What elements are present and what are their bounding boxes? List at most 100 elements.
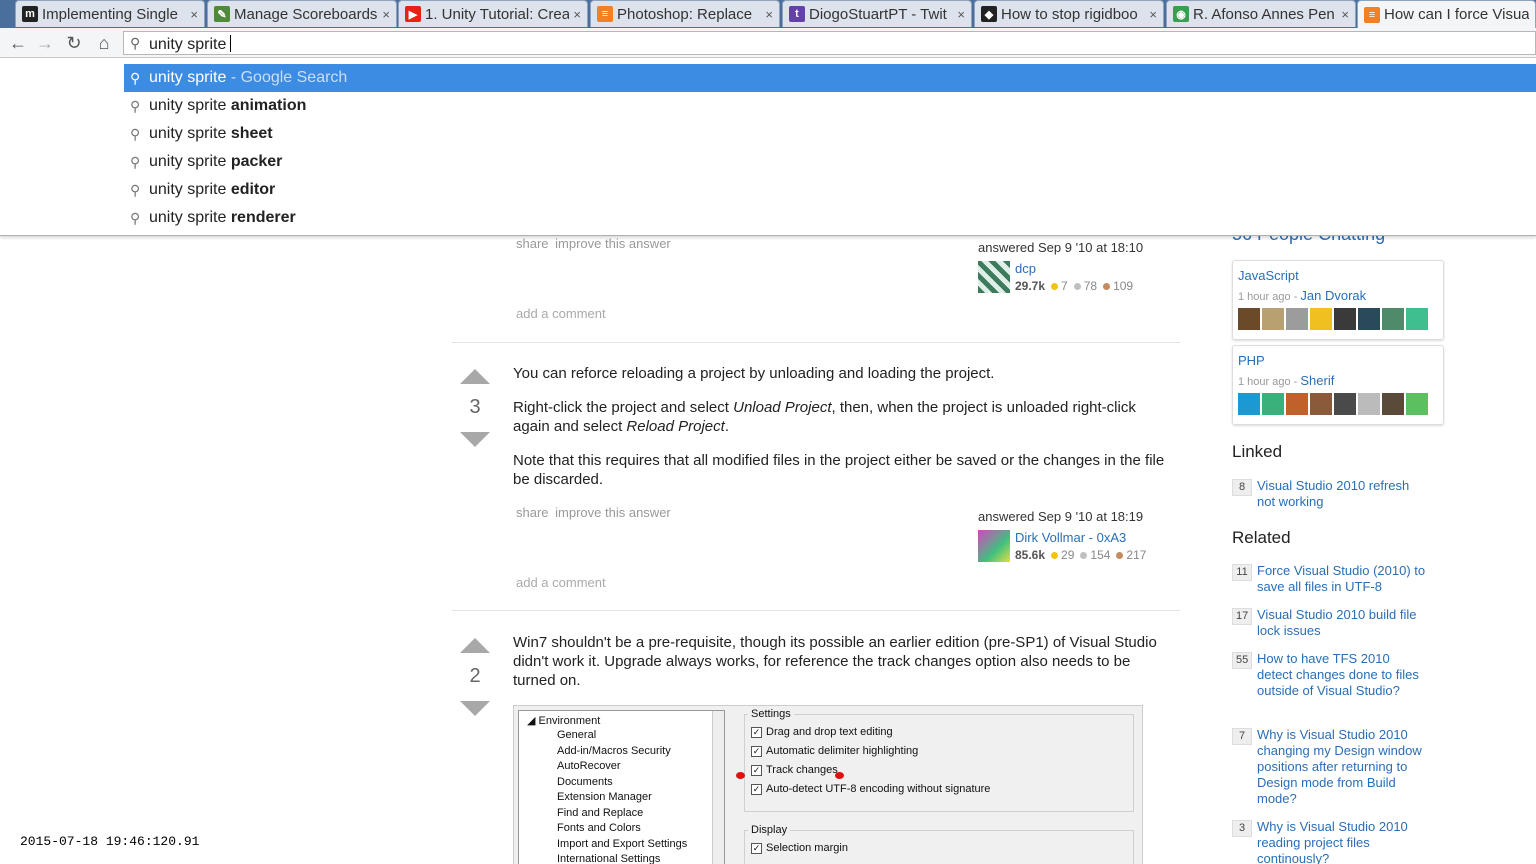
youtube-icon: ▶ [405,6,421,22]
avatar[interactable] [1238,308,1260,330]
downvote-arrow-icon[interactable] [460,701,490,716]
close-tab-icon[interactable]: × [957,7,965,22]
tab-strip: m Implementing Single × ✎ Manage Scoreboards… [0,0,1536,28]
related-question[interactable]: 55 How to have TFS 2010 detect changes do… [1232,651,1432,715]
question-link[interactable]: Force Visual Studio (2010) to save all f… [1257,563,1427,595]
related-question[interactable]: 11 Force Visual Studio (2010) to save all… [1232,563,1432,595]
forward-arrow-icon[interactable]: → [33,32,57,54]
suggestion-item[interactable]: ⚲ unity sprite - Google Search [124,64,1536,92]
avatar[interactable] [978,530,1010,562]
question-link[interactable]: How to have TFS 2010 detect changes done… [1257,651,1427,699]
checkbox-label: Drag and drop text editing [766,726,893,738]
share-link[interactable]: share [516,505,549,520]
browser-tab[interactable]: ◉ R. Afonso Annes Pen × [1166,0,1356,27]
address-bar[interactable]: ⚲ unity sprite [123,31,1536,55]
avatar[interactable] [1286,308,1308,330]
avatar[interactable] [1382,308,1404,330]
checkbox-label: Auto-detect UTF-8 encoding without signa… [766,783,991,795]
suggestion-item[interactable]: ⚲ unity sprite sheet [124,120,1536,148]
suggestion-hint: - Google Search [226,69,348,86]
suggestion-item[interactable]: ⚲ unity sprite animation [124,92,1536,120]
tab-title: Implementing Single [42,5,178,23]
avatar[interactable] [1334,393,1356,415]
close-tab-icon[interactable]: × [1149,7,1157,22]
avatar[interactable] [1358,308,1380,330]
improve-answer-link[interactable]: improve this answer [555,505,671,520]
browser-tab[interactable]: t DiogoStuartPT - Twit × [782,0,972,27]
close-tab-icon[interactable]: × [1341,7,1349,22]
avatar[interactable] [1406,308,1428,330]
avatar[interactable] [1286,393,1308,415]
user-reputation: 29.7k 7 78 109 [1015,279,1134,293]
avatar[interactable] [1238,393,1260,415]
avatar[interactable] [1262,308,1284,330]
browser-tab[interactable]: ◆ How to stop rigidboo × [974,0,1164,27]
avatar[interactable] [1358,393,1380,415]
checkbox-checked-icon: ✓ [751,783,762,795]
answer-divider [452,342,1180,343]
chat-room-card[interactable]: JavaScript 1 hour ago - Jan Dvorak [1232,260,1444,340]
avatar[interactable] [1310,308,1332,330]
home-icon[interactable]: ⌂ [92,32,116,54]
linked-question[interactable]: 8 Visual Studio 2010 refresh not working [1232,478,1432,510]
suggestion-item[interactable]: ⚲ unity sprite renderer [124,204,1536,232]
question-score: 8 [1232,479,1252,496]
suggestion-prefix: unity sprite [149,125,231,142]
browser-tab[interactable]: ≡ Photoshop: Replace × [590,0,780,27]
question-link[interactable]: Why is Visual Studio 2010 changing my De… [1257,727,1427,807]
close-tab-icon[interactable]: × [382,7,390,22]
upvote-arrow-icon[interactable] [460,638,490,653]
add-comment-link[interactable]: add a comment [516,575,606,590]
close-tab-icon[interactable]: × [190,7,198,22]
suggestion-prefix: unity sprite [149,209,231,226]
avatar[interactable] [1310,393,1332,415]
room-name[interactable]: JavaScript [1238,268,1299,283]
avatar[interactable] [1382,393,1404,415]
room-name[interactable]: PHP [1238,353,1265,368]
question-score: 11 [1232,564,1252,581]
chat-room-card[interactable]: PHP 1 hour ago - Sherif [1232,345,1444,425]
question-link[interactable]: Visual Studio 2010 build file lock issue… [1257,607,1427,639]
settings-group: Settings ✓ Drag and drop text editing ✓ Aut… [744,708,1134,812]
browser-tab[interactable]: ✎ Manage Scoreboards × [207,0,397,27]
checkbox-checked-icon: ✓ [751,764,762,776]
room-user-link: Sherif [1300,373,1335,388]
suggestion-item[interactable]: ⚲ unity sprite packer [124,148,1536,176]
related-question[interactable]: 7 Why is Visual Studio 2010 changing my D… [1232,727,1432,807]
search-icon: ⚲ [130,70,141,86]
browser-tab[interactable]: m Implementing Single × [15,0,205,27]
question-link[interactable]: Why is Visual Studio 2010 reading projec… [1257,819,1427,864]
downvote-arrow-icon[interactable] [460,432,490,447]
checkbox-option: ✓ Auto-detect UTF-8 encoding without sign… [751,783,990,795]
close-tab-icon[interactable]: × [573,7,581,22]
avatar[interactable] [1406,393,1428,415]
user-name-link[interactable]: dcp [1015,261,1036,276]
search-icon: ⚲ [130,98,141,114]
checkbox-label: Track changes [766,764,838,776]
reload-icon[interactable]: ↻ [62,32,86,54]
address-bar-text: unity sprite [149,35,232,54]
suggestion-item[interactable]: ⚲ unity sprite editor [124,176,1536,204]
related-question[interactable]: 17 Visual Studio 2010 build file lock iss… [1232,607,1432,639]
suggestion-completion: animation [230,97,307,114]
upvote-arrow-icon[interactable] [460,369,490,384]
add-comment-link[interactable]: add a comment [516,306,606,321]
share-link[interactable]: share [516,236,549,251]
close-tab-icon[interactable]: × [765,7,773,22]
browser-tab[interactable]: ≡ How can I force Visua [1357,0,1536,28]
tab-title: Photoshop: Replace [617,5,753,23]
user-name-link[interactable]: Dirk Vollmar - 0xA3 [1015,530,1126,545]
back-arrow-icon[interactable]: ← [6,32,30,54]
browser-tab[interactable]: ▶ 1. Unity Tutorial: Crea × [398,0,588,27]
avatar[interactable] [1334,308,1356,330]
linked-heading: Linked [1232,442,1283,461]
question-link[interactable]: Visual Studio 2010 refresh not working [1257,478,1427,510]
improve-answer-link[interactable]: improve this answer [555,236,671,251]
tab-title: How can I force Visua [1384,6,1529,23]
avatar[interactable] [978,261,1010,293]
avatar[interactable] [1262,393,1284,415]
tab-title: DiogoStuartPT - Twit [809,5,947,23]
related-question[interactable]: 3 Why is Visual Studio 2010 reading proje… [1232,819,1432,864]
tab-title: 1. Unity Tutorial: Crea [425,5,570,23]
suggestion-completion: packer [230,153,283,170]
